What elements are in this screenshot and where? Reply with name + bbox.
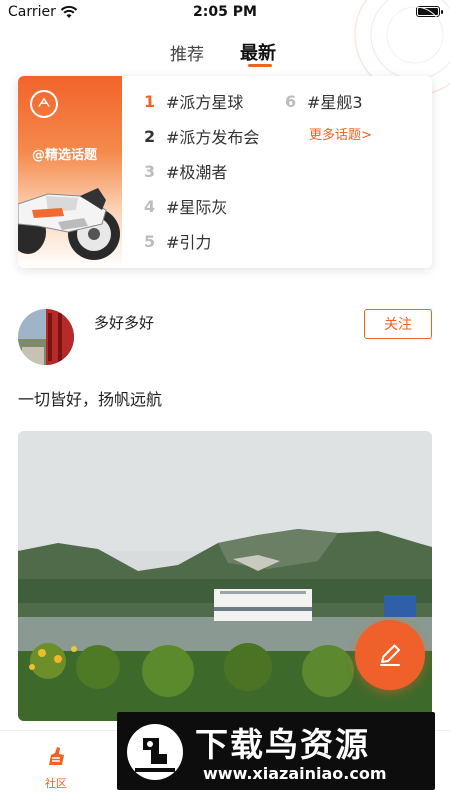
nav-community-label: 社区 <box>45 777 67 790</box>
topic-item[interactable]: 6 #星舰3 <box>285 89 363 113</box>
watermark-title: 下载鸟资源 <box>195 725 370 764</box>
topic-item[interactable]: 3 #极潮者 <box>144 159 227 183</box>
compose-post-button[interactable] <box>355 620 425 690</box>
topic-item[interactable]: 1 #派方星球 <box>144 89 243 113</box>
post-header: 多好多好 关注 <box>18 307 432 367</box>
topic-name: #派方星球 <box>166 93 244 112</box>
topic-name: #派方发布会 <box>166 128 260 147</box>
topic-rank: 2 <box>144 126 156 146</box>
featured-topics-card: @精选话题 1 #派方星球 2 #派方发布会 3 #极潮者 4 #星际灰 5 #… <box>18 76 432 268</box>
brand-logo-icon <box>30 90 58 118</box>
active-tab-indicator <box>248 64 272 67</box>
watermark-banner: 下载鸟资源 www.xiazainiao.com <box>117 712 435 790</box>
community-icon <box>49 747 64 765</box>
topic-rank: 3 <box>144 161 156 181</box>
pencil-icon <box>380 644 400 666</box>
topic-item[interactable]: 4 #星际灰 <box>144 194 227 218</box>
follow-button[interactable]: 关注 <box>364 309 432 339</box>
bird-logo-icon <box>127 724 183 780</box>
feed-tabs: 推荐 最新 <box>0 36 450 70</box>
featured-topics-banner-label: @精选话题 <box>32 148 98 163</box>
tab-recommend[interactable]: 推荐 <box>170 40 204 65</box>
topic-rank: 6 <box>285 91 297 111</box>
topic-item[interactable]: 5 #引力 <box>144 229 211 253</box>
featured-topics-banner[interactable]: @精选话题 <box>18 76 122 268</box>
motorcycle-image <box>18 188 120 260</box>
topic-name: #星舰3 <box>307 93 363 112</box>
post-author-name[interactable]: 多好多好 <box>94 312 154 333</box>
nav-community[interactable]: 社区 <box>30 743 82 791</box>
topic-name: #极潮者 <box>166 163 228 182</box>
topic-rank: 4 <box>144 196 156 216</box>
topic-name: #引力 <box>166 233 212 252</box>
more-topics-link[interactable]: 更多话题> <box>309 124 372 143</box>
topic-rank: 1 <box>144 91 156 111</box>
tab-latest[interactable]: 最新 <box>240 39 276 65</box>
watermark-url: www.xiazainiao.com <box>203 764 387 783</box>
avatar[interactable] <box>18 309 74 365</box>
topic-name: #星际灰 <box>166 198 228 217</box>
topic-rank: 5 <box>144 231 156 251</box>
topic-item[interactable]: 2 #派方发布会 <box>144 124 259 148</box>
post-content: 一切皆好，扬帆远航 <box>18 390 163 409</box>
